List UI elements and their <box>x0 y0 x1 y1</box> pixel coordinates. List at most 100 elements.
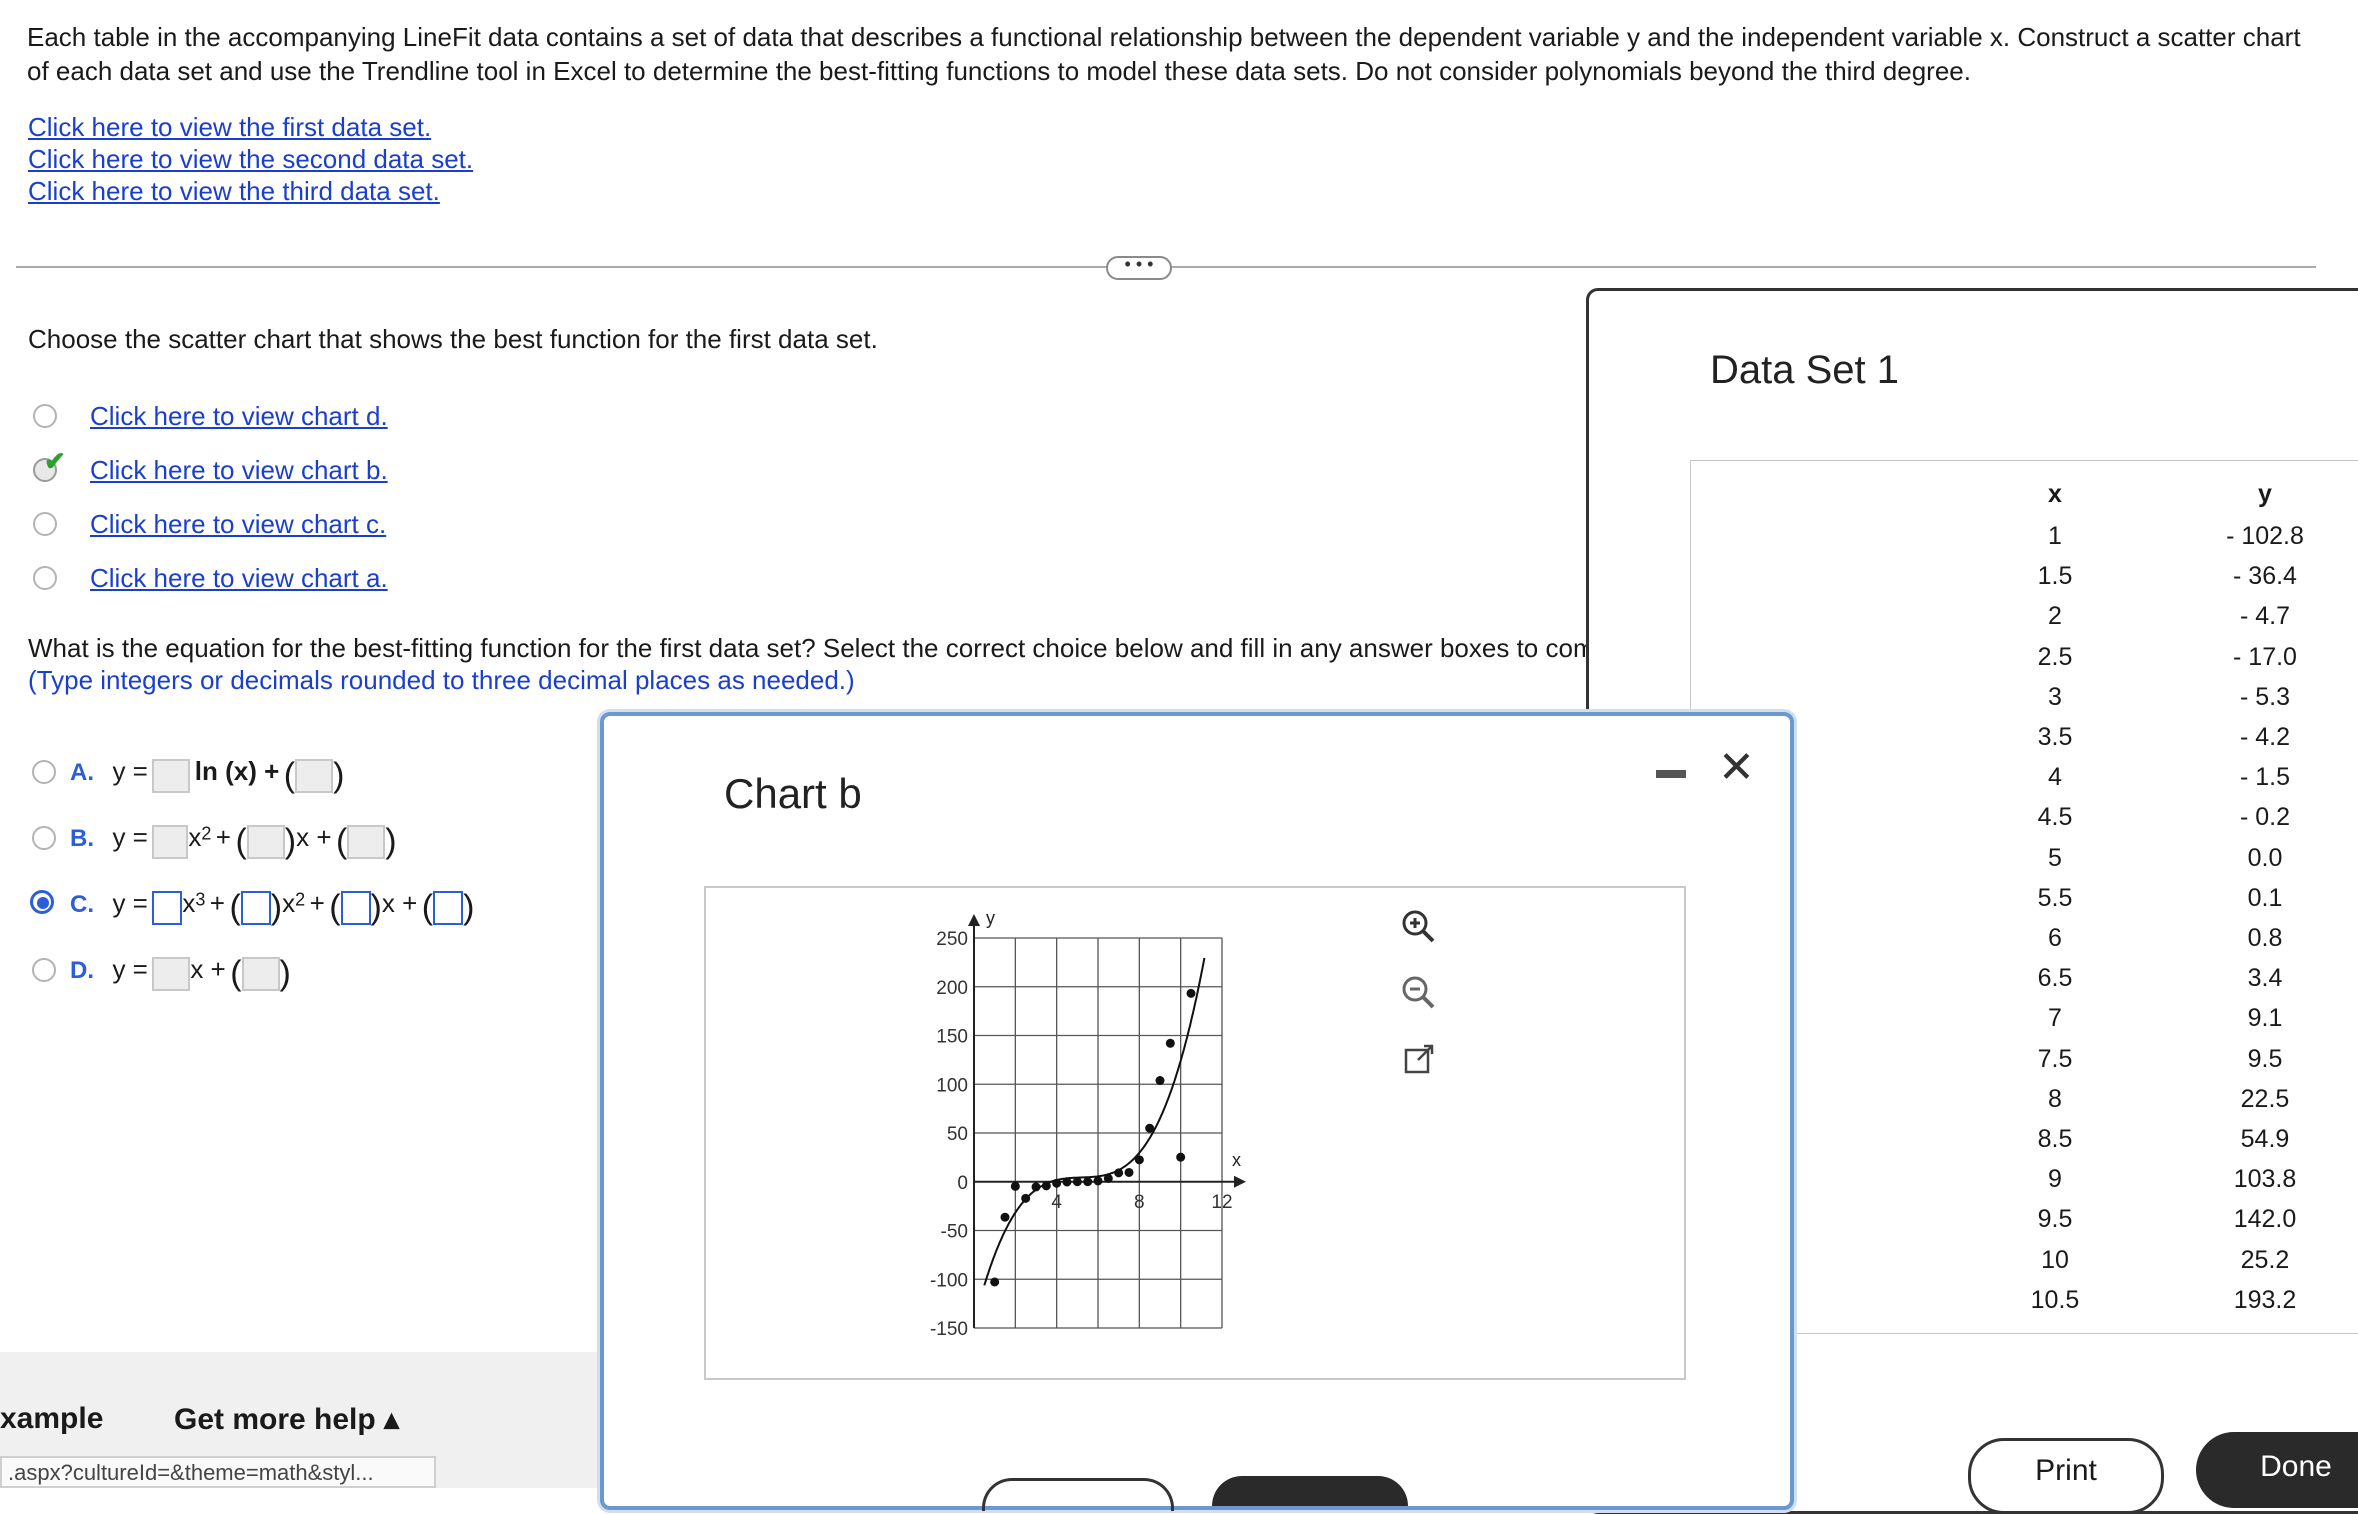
bottom-toolbar: xample Get more help ▴ .aspx?cultureId=&… <box>0 1352 600 1488</box>
y-value-cell: 9.1 <box>2247 1004 2283 1033</box>
answer-box[interactable] <box>152 824 189 859</box>
answer-box[interactable] <box>152 956 191 991</box>
x-value-cell: 8 <box>2048 1084 2062 1113</box>
y-value-cell: 0.1 <box>2247 883 2283 912</box>
answer-box[interactable] <box>152 758 191 793</box>
x-value-cell: 2 <box>2048 602 2062 631</box>
x-value-cell: 8.5 <box>2037 1125 2073 1153</box>
option-lhs: y = <box>112 888 148 918</box>
answer-box[interactable] <box>340 890 371 925</box>
x-value-cell: 3.5 <box>2037 723 2073 751</box>
chart-b-link[interactable]: Click here to view chart b. <box>90 455 388 486</box>
option-term: ln (x) + <box>194 756 280 786</box>
x-value-cell: 6 <box>2048 924 2062 952</box>
y-tick-label: -150 <box>930 1319 968 1340</box>
data-point <box>1165 1038 1175 1048</box>
y-value-cell: 0.0 <box>2247 843 2283 872</box>
y-value-cell: 9.5 <box>2247 1044 2283 1073</box>
radio-option-d[interactable] <box>32 958 56 982</box>
radio-option-b[interactable] <box>32 826 56 850</box>
data-point <box>1186 988 1196 998</box>
x-tick-label: 12 <box>1211 1192 1232 1213</box>
done-button[interactable]: Done <box>2196 1432 2358 1508</box>
data-point <box>1031 1182 1041 1192</box>
option-d: D. y = x + () <box>70 954 291 993</box>
answer-box[interactable] <box>246 824 285 859</box>
checkmark-icon: ✔ <box>44 446 66 476</box>
radio-option-c[interactable] <box>30 890 54 914</box>
y-tick-label: 100 <box>936 1075 968 1096</box>
chart-axes <box>968 914 1246 1328</box>
scatter-chart: x y 250 200 150 100 50 0 -50 -100 -150 4 8 12 <box>930 908 1246 1340</box>
data-point <box>1062 1177 1072 1187</box>
option-lhs: y = <box>112 954 148 984</box>
popout-icon[interactable] <box>1400 1040 1440 1080</box>
data-point <box>1114 1168 1124 1178</box>
y-tick-label: -50 <box>941 1222 968 1243</box>
y-value-cell: - 17.0 <box>2233 642 2297 671</box>
y-value-cell: 0.8 <box>2247 924 2283 952</box>
data-point <box>1093 1176 1103 1186</box>
trendline <box>983 957 1206 1286</box>
chart-window-button[interactable] <box>982 1478 1174 1511</box>
second-data-set-link[interactable]: Click here to view the second data set. <box>28 144 473 175</box>
problem-line-1: Each table in the accompanying LineFit d… <box>27 22 2301 52</box>
data-point <box>1052 1178 1062 1188</box>
data-set-title: Data Set 1 <box>1710 348 1900 392</box>
answer-box[interactable] <box>241 956 280 991</box>
y-value-cell: 22.5 <box>2240 1084 2290 1113</box>
y-value-cell: - 102.8 <box>2226 522 2304 550</box>
y-value-cell: 142.0 <box>2233 1205 2297 1234</box>
data-point <box>1021 1193 1031 1203</box>
radio-chart-c[interactable] <box>33 512 57 536</box>
answer-box[interactable] <box>347 824 386 859</box>
x-value-cell: 3 <box>2048 682 2062 711</box>
answer-box[interactable] <box>433 890 464 925</box>
data-point <box>1083 1177 1093 1187</box>
print-button[interactable]: Print <box>1968 1438 2164 1514</box>
close-icon[interactable]: ✕ <box>1718 742 1755 793</box>
get-more-help-button[interactable]: Get more help ▴ <box>174 1402 399 1437</box>
x-value-cell: 2.5 <box>2037 642 2073 671</box>
y-tick-label: 150 <box>936 1027 968 1048</box>
chart-c-link[interactable]: Click here to view chart c. <box>90 509 386 540</box>
zoom-out-icon[interactable] <box>1398 972 1438 1012</box>
third-data-set-link[interactable]: Click here to view the third data set. <box>28 176 440 207</box>
first-data-set-link[interactable]: Click here to view the first data set. <box>28 112 431 143</box>
data-point <box>1176 1152 1186 1162</box>
answer-box[interactable] <box>295 758 334 793</box>
data-point <box>1000 1212 1010 1222</box>
option-letter: D. <box>70 957 94 984</box>
data-point <box>1134 1155 1144 1165</box>
more-options-button[interactable]: • • • <box>1106 255 1172 280</box>
radio-chart-a[interactable] <box>33 566 57 590</box>
radio-option-a[interactable] <box>32 760 56 784</box>
chart-d-link[interactable]: Click here to view chart d. <box>90 401 388 432</box>
rounding-hint: (Type integers or decimals rounded to th… <box>28 665 855 695</box>
equation-question-line: What is the equation for the best-fittin… <box>28 633 1595 663</box>
y-tick-label: 250 <box>936 929 968 950</box>
chart-window-button-dark[interactable] <box>1212 1476 1408 1506</box>
answer-box[interactable] <box>152 890 183 925</box>
option-c: C. y = x3 + ()x2 + ()x + () <box>70 888 475 927</box>
example-button[interactable]: xample <box>0 1402 103 1436</box>
status-url: .aspx?cultureId=&theme=math&styl... <box>0 1456 436 1488</box>
y-tick-label: -100 <box>930 1270 968 1291</box>
x-value-cell: 1.5 <box>2037 562 2073 591</box>
x-value-cell: 4 <box>2048 763 2062 792</box>
answer-box[interactable] <box>240 890 271 925</box>
option-letter: B. <box>70 825 94 852</box>
y-column-header: y <box>2258 480 2272 508</box>
radio-chart-d[interactable] <box>33 404 57 428</box>
data-point <box>1103 1173 1113 1183</box>
y-value-cell: - 1.5 <box>2239 763 2291 792</box>
chart-a-link[interactable]: Click here to view chart a. <box>90 563 388 594</box>
option-b: B. y = x2 + ()x + () <box>70 822 397 861</box>
zoom-in-icon[interactable] <box>1398 906 1438 946</box>
x-value-cell: 5.5 <box>2037 883 2073 912</box>
minimize-icon[interactable] <box>1656 770 1686 778</box>
option-a: A. y = ln (x) + () <box>70 756 345 795</box>
y-value-cell: - 4.2 <box>2239 723 2291 751</box>
y-axis-label: y <box>986 908 995 928</box>
x-column-header: x <box>2048 480 2062 508</box>
